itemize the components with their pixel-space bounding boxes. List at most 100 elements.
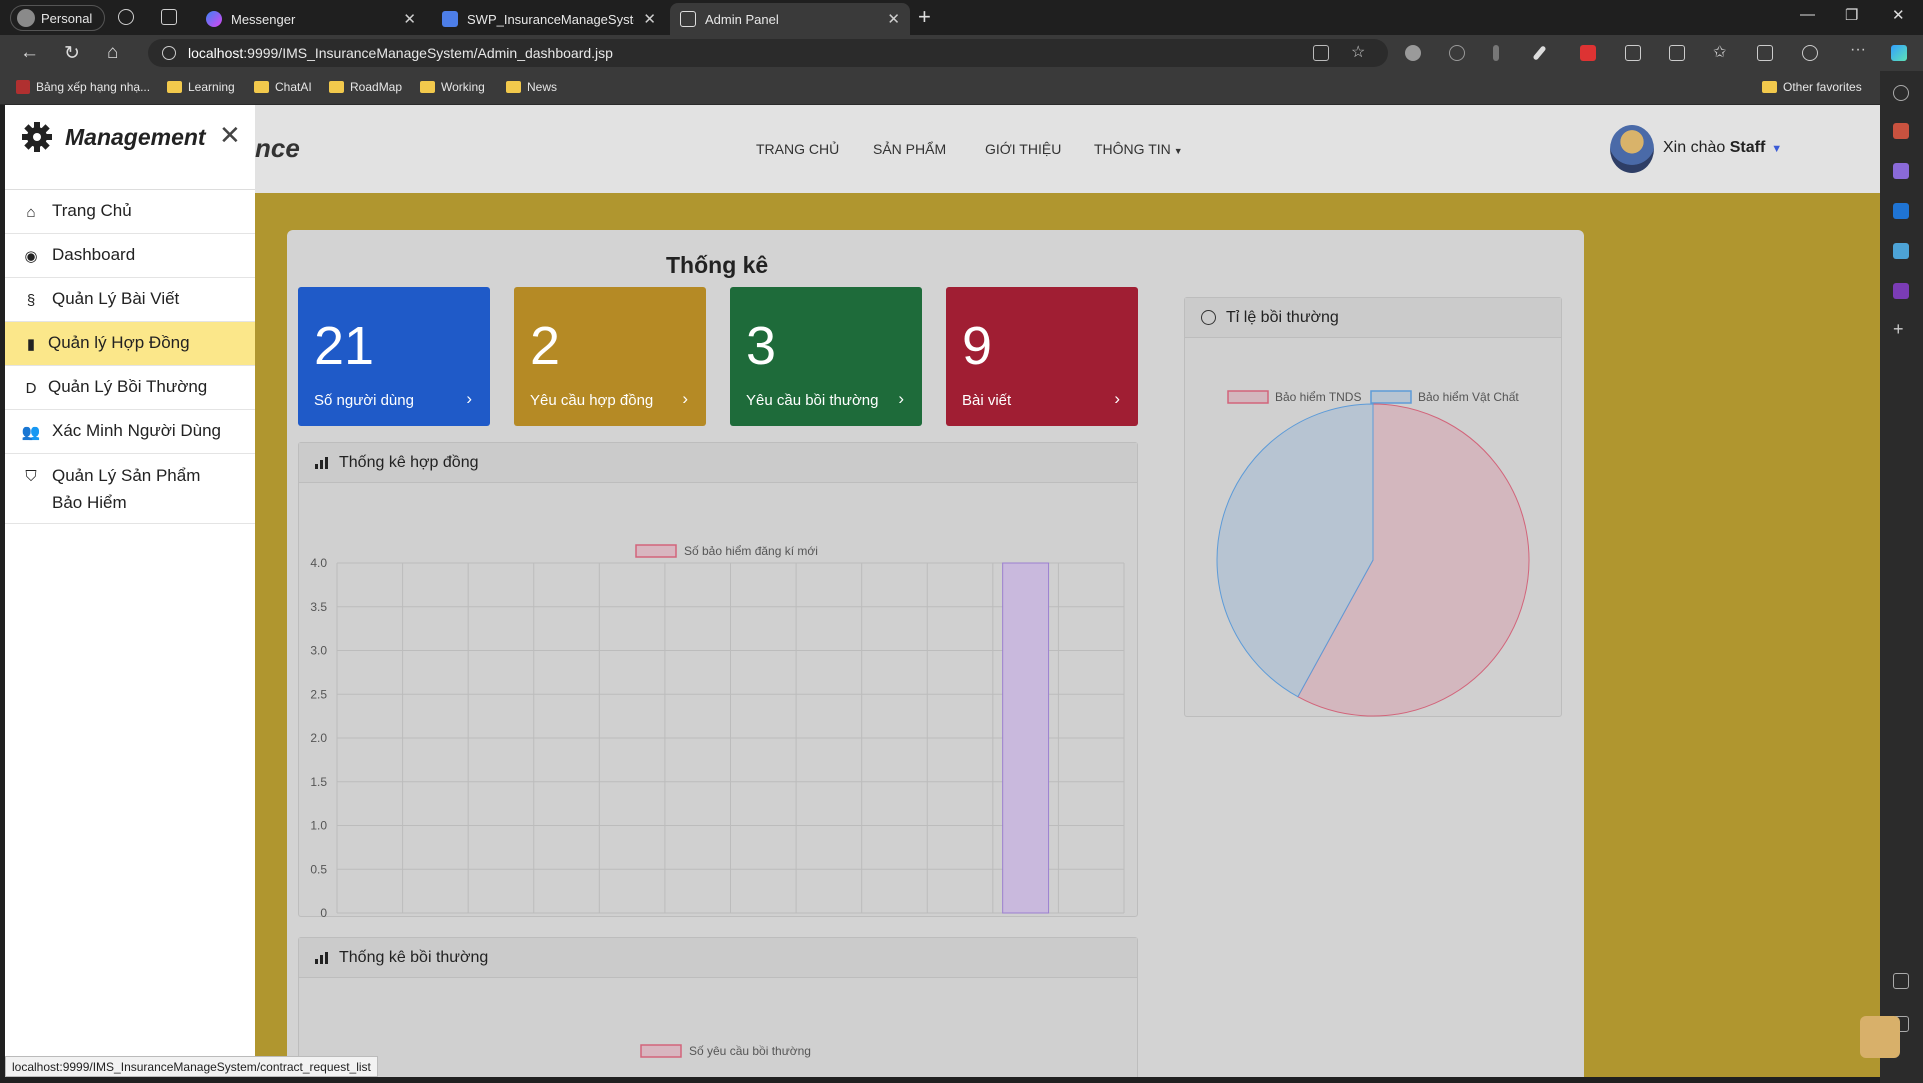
caret-down-icon: ▼ [1173, 146, 1183, 156]
other-favorites[interactable]: Other favorites [1762, 80, 1862, 94]
bookmark-label: Other favorites [1783, 80, 1862, 94]
favorite-star-icon[interactable]: ☆ [1351, 42, 1367, 61]
bookmark-folder-news[interactable]: News [506, 80, 557, 94]
legend-swatch [1227, 390, 1269, 404]
site-logo[interactable]: nce [255, 133, 300, 164]
tab-admin-panel[interactable]: Admin Panel ✕ [670, 3, 910, 35]
y-tick-label: 2.5 [310, 687, 327, 701]
extensions-icon[interactable] [1625, 45, 1641, 61]
bookmark-label: Working [441, 80, 485, 94]
restore-icon[interactable]: ❐ [1845, 6, 1858, 24]
workspaces-icon[interactable] [118, 9, 134, 25]
stat-contract-requests[interactable]: 2 Yêu cầu hợp đồng › [514, 287, 706, 426]
tab-messenger[interactable]: Messenger ✕ [196, 3, 426, 35]
chart-bar[interactable] [1002, 562, 1050, 914]
user-name: Staff [1729, 139, 1766, 156]
url-bar[interactable]: localhost:9999/IMS_InsuranceManageSystem… [148, 39, 1388, 67]
sidebar-item-label: Quản Lý Bài Viết [52, 289, 180, 308]
search-icon[interactable] [1893, 85, 1909, 101]
home-icon: ⌂ [26, 203, 36, 221]
close-icon[interactable]: ✕ [643, 10, 656, 28]
bookmark-label: ChatAI [275, 80, 312, 94]
outlook-icon[interactable] [1893, 203, 1909, 219]
users-icon: 👥 [21, 424, 41, 441]
stat-users[interactable]: 21 Số người dùng › [298, 287, 490, 426]
bookmark-folder-roadmap[interactable]: RoadMap [329, 80, 402, 94]
stat-claim-requests[interactable]: 3 Yêu cầu bồi thường › [730, 287, 922, 426]
new-tab-button[interactable]: + [918, 4, 931, 30]
send-icon[interactable] [1893, 243, 1909, 259]
tab-title: Admin Panel [705, 11, 779, 27]
dashboard-card: Thống kê 21 Số người dùng › 2 Yêu cầu hợ… [287, 230, 1584, 1077]
nav-info-label: THÔNG TIN [1094, 141, 1171, 157]
site-info-icon[interactable] [162, 46, 176, 60]
nav-home[interactable]: TRANG CHỦ [756, 141, 839, 157]
collections-icon[interactable] [1757, 45, 1773, 61]
reload-icon[interactable]: ↻ [64, 42, 80, 65]
sidebar-item-posts[interactable]: § Quản Lý Bài Viết [5, 278, 255, 322]
bookmark-folder-learning[interactable]: Learning [167, 80, 235, 94]
bookmark-folder-chatai[interactable]: ChatAI [254, 80, 312, 94]
profile-label: Personal [41, 10, 93, 26]
legend-swatch [1370, 390, 1412, 404]
nav-about[interactable]: GIỚI THIỆU [985, 141, 1061, 157]
close-icon[interactable]: ✕ [403, 10, 416, 28]
sidebar-item-contracts[interactable]: ▮ Quản lý Hợp Đồng [5, 322, 255, 366]
bookmark-label: RoadMap [350, 80, 403, 94]
stat-label: Yêu cầu hợp đồng [530, 392, 654, 409]
extension-icon[interactable] [1493, 45, 1499, 61]
minimize-icon[interactable]: — [1800, 6, 1815, 23]
tab-actions-icon[interactable] [161, 9, 177, 25]
extension-icon[interactable] [1580, 45, 1596, 61]
add-icon[interactable]: + [1893, 319, 1909, 339]
panel-title: Tỉ lệ bồi thường [1226, 308, 1339, 326]
games-icon[interactable] [1893, 163, 1909, 179]
sidebar-item-home[interactable]: ⌂ Trang Chủ [5, 190, 255, 234]
tab-swp-doc[interactable]: SWP_InsuranceManageSystem_R ✕ [432, 3, 666, 35]
panel-header: Thống kê bồi thường [299, 938, 1137, 978]
bookmark-label: Learning [188, 80, 235, 94]
sidebar-item-label: Quản lý Hợp Đồng [48, 333, 190, 352]
sidebar-item-claims[interactable]: D Quản Lý Bồi Thường [5, 366, 255, 410]
profile-avatar [17, 9, 35, 27]
user-avatar[interactable] [1610, 125, 1654, 173]
y-tick-label: 2.0 [310, 731, 327, 745]
close-icon[interactable]: ✕ [887, 10, 900, 28]
sidebar-header: Management ✕ [5, 105, 255, 190]
panel-title: Thống kê hợp đồng [339, 453, 479, 471]
claim-ratio-pie-chart: Bảo hiểm TNDS Bảo hiểm Vật Chất [1216, 390, 1530, 717]
bookmark-folder-working[interactable]: Working [420, 80, 485, 94]
window-close-icon[interactable]: ✕ [1892, 6, 1905, 24]
read-aloud-icon[interactable] [1313, 45, 1329, 61]
floating-avatar[interactable] [1860, 1016, 1900, 1058]
sidebar-item-insurance-products[interactable]: ⛉ Quản Lý Sản Phẩm Bảo Hiểm [5, 454, 255, 524]
back-icon[interactable]: ← [20, 42, 39, 64]
toolbox-icon[interactable] [1893, 123, 1909, 139]
extension-icon[interactable] [1449, 45, 1465, 61]
tab-title: SWP_InsuranceManageSystem_R [467, 11, 634, 27]
performance-icon[interactable] [1802, 45, 1818, 61]
nav-info-dropdown[interactable]: THÔNG TIN ▼ [1094, 141, 1183, 157]
bookmark-item[interactable]: Bảng xếp hạng nhạ... [16, 80, 150, 94]
panel-toggle-icon[interactable] [1893, 973, 1909, 989]
sidebar-item-user-verification[interactable]: 👥 Xác Minh Người Dùng [5, 410, 255, 454]
stat-posts[interactable]: 9 Bài viết › [946, 287, 1138, 426]
profile-button[interactable]: Personal [10, 5, 106, 31]
copilot-icon[interactable] [1891, 45, 1907, 61]
panel-header: Thống kê hợp đồng [299, 443, 1137, 483]
sidebar-item-dashboard[interactable]: ◉ Dashboard [5, 234, 255, 278]
eyedropper-icon[interactable] [1532, 45, 1547, 61]
legend-label: Số yêu cầu bồi thường [689, 1044, 811, 1058]
favorites-icon[interactable]: ✩ [1713, 42, 1729, 61]
user-menu[interactable]: Xin chào Staff ▼ [1663, 139, 1782, 157]
more-icon[interactable]: ··· [1850, 41, 1866, 58]
stat-value: 21 [314, 316, 375, 376]
split-screen-icon[interactable] [1669, 45, 1685, 61]
post-icon: § [26, 291, 36, 309]
onenote-icon[interactable] [1893, 283, 1909, 299]
claim-stats-panel: Thống kê bồi thường Số yêu cầu bồi thườn… [298, 937, 1138, 1077]
close-icon[interactable]: ✕ [219, 120, 241, 151]
home-icon[interactable]: ⌂ [107, 42, 118, 64]
extension-icon[interactable] [1405, 45, 1421, 61]
nav-products[interactable]: SẢN PHẨM [873, 141, 946, 157]
